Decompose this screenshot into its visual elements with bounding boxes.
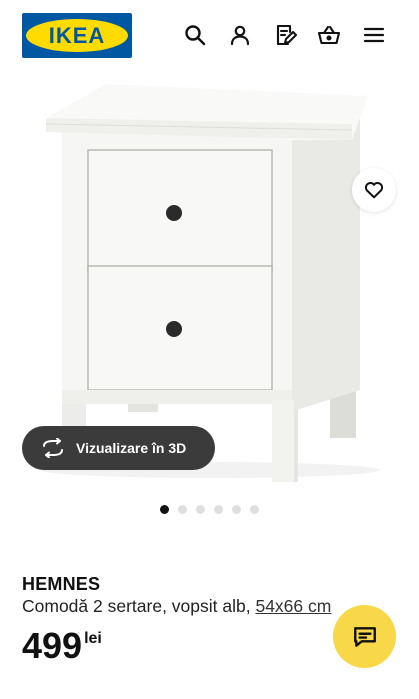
image-pagination xyxy=(160,505,259,515)
menu-icon[interactable] xyxy=(359,20,389,50)
pagination-dot[interactable] xyxy=(178,505,187,514)
ikea-logo[interactable]: IKEA xyxy=(22,13,132,58)
pagination-dot[interactable] xyxy=(196,505,205,514)
search-icon[interactable] xyxy=(180,20,210,50)
chat-button[interactable] xyxy=(333,605,396,668)
view-3d-button[interactable]: Vizualizare în 3D xyxy=(22,426,215,470)
pagination-dot[interactable] xyxy=(214,505,223,514)
price-amount: 499 xyxy=(22,625,83,666)
heart-icon xyxy=(364,182,384,199)
logo-oval: IKEA xyxy=(26,19,128,52)
shopping-list-icon[interactable] xyxy=(270,20,300,50)
product-dimensions-link[interactable]: 54x66 cm xyxy=(255,596,331,616)
user-icon[interactable] xyxy=(225,20,255,50)
basket-icon[interactable] xyxy=(314,20,344,50)
top-header: IKEA xyxy=(0,0,419,72)
product-price: 499 lei xyxy=(22,628,102,664)
rotate-3d-icon xyxy=(43,438,63,458)
price-currency: lei xyxy=(84,630,102,647)
view-3d-label: Vizualizare în 3D xyxy=(76,440,187,456)
logo-text: IKEA xyxy=(48,23,106,48)
product-brand: HEMNES xyxy=(22,574,101,594)
product-description: Comodă 2 sertare, vopsit alb, 54x66 cm xyxy=(22,596,331,617)
pagination-dot[interactable] xyxy=(160,505,169,514)
chat-icon xyxy=(353,626,376,647)
favorite-button[interactable] xyxy=(352,168,396,212)
pagination-dot[interactable] xyxy=(232,505,241,514)
pagination-dot[interactable] xyxy=(250,505,259,514)
product-description-text: Comodă 2 sertare, vopsit alb, xyxy=(22,596,251,616)
